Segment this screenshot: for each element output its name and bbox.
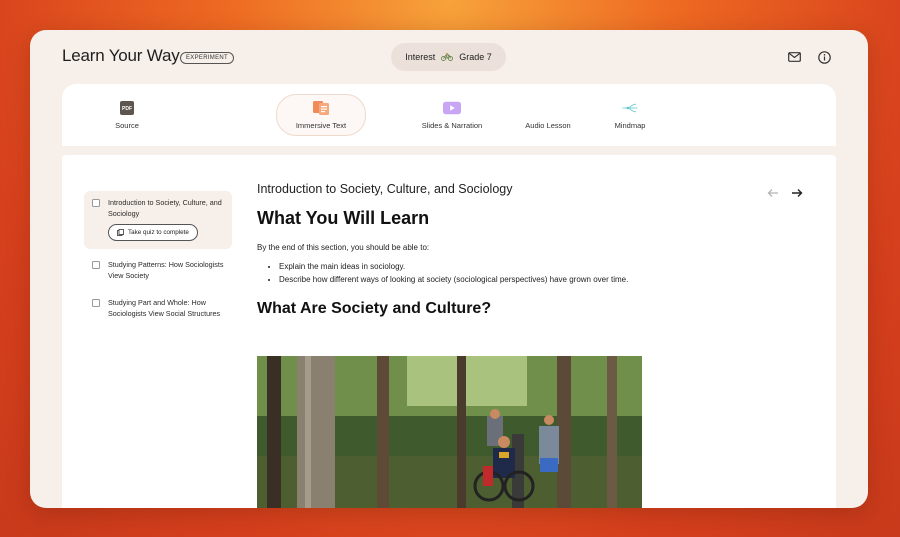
experiment-badge: EXPERIMENT	[180, 52, 235, 64]
mode-label: Source	[115, 120, 139, 130]
toc-item-label: Studying Part and Whole: How Sociologist…	[108, 298, 221, 318]
toc-checkbox[interactable]	[92, 261, 100, 269]
next-arrow-icon[interactable]	[791, 188, 803, 198]
mode-label: Audio Lesson	[525, 120, 571, 130]
lesson-content: Introduction to Society, Culture, and So…	[62, 155, 836, 508]
mode-selector: PDF Source Immersive Text Slides & Narra…	[62, 84, 836, 146]
mode-immersive-text[interactable]: Immersive Text	[276, 94, 366, 136]
toc-item-studying-part-whole[interactable]: Studying Part and Whole: How Sociologist…	[84, 291, 232, 325]
interest-label: Interest	[405, 52, 436, 62]
section-title: Introduction to Society, Culture, and So…	[257, 182, 513, 196]
mail-button[interactable]	[784, 47, 804, 67]
interest-grade-selector[interactable]: Interest Grade 7	[391, 43, 506, 71]
app-header: Learn Your Way EXPERIMENT Interest Grade…	[30, 30, 868, 84]
table-of-contents: Introduction to Society, Culture, and So…	[84, 191, 232, 329]
heading-society-culture: What Are Society and Culture?	[257, 300, 492, 317]
list-item: Describe how different ways of looking a…	[279, 273, 657, 286]
heading-what-you-will-learn: What You Will Learn	[257, 208, 430, 228]
quiz-icon	[117, 229, 124, 236]
intro-paragraph: By the end of this section, you should b…	[257, 243, 430, 252]
forest-photo-illustration	[257, 356, 642, 508]
mode-slides-narration[interactable]: Slides & Narration	[412, 94, 492, 136]
grade-label: Grade 7	[459, 52, 492, 62]
list-item: Explain the main ideas in sociology.	[279, 260, 657, 273]
mode-audio-lesson[interactable]: Audio Lesson	[512, 94, 584, 136]
mindmap-icon	[621, 101, 639, 115]
slides-icon	[443, 101, 461, 115]
previous-arrow-icon[interactable]	[767, 188, 779, 198]
mode-label: Slides & Narration	[421, 120, 483, 130]
mail-icon	[787, 52, 801, 62]
audio-icon	[539, 101, 557, 115]
app-brand: Learn Your Way	[62, 46, 180, 65]
learning-objectives-list: Explain the main ideas in sociology. Des…	[257, 260, 657, 286]
bicycle-icon	[441, 52, 454, 61]
toc-checkbox[interactable]	[92, 299, 100, 307]
forest-hikers-photo	[257, 356, 642, 508]
mode-source[interactable]: PDF Source	[92, 94, 162, 136]
toc-checkbox[interactable]	[92, 199, 100, 207]
immersive-text-icon	[312, 100, 330, 115]
info-button[interactable]	[814, 47, 834, 67]
section-navigation	[767, 188, 803, 198]
take-quiz-label: Take quiz to complete	[128, 229, 189, 236]
mode-mindmap[interactable]: Mindmap	[602, 94, 658, 136]
toc-item-introduction[interactable]: Introduction to Society, Culture, and So…	[84, 191, 232, 249]
pdf-icon: PDF	[118, 100, 136, 115]
mode-label: Mindmap	[614, 120, 646, 130]
mode-label: Immersive Text	[295, 120, 347, 130]
article: Introduction to Society, Culture, and So…	[257, 182, 657, 508]
info-icon	[817, 50, 831, 64]
take-quiz-button[interactable]: Take quiz to complete	[108, 224, 198, 241]
app-window: Learn Your Way EXPERIMENT Interest Grade…	[30, 30, 868, 508]
toc-item-studying-patterns[interactable]: Studying Patterns: How Sociologists View…	[84, 253, 232, 287]
toc-item-label: Studying Patterns: How Sociologists View…	[108, 260, 224, 280]
svg-text:PDF: PDF	[122, 106, 132, 112]
toc-item-label: Introduction to Society, Culture, and So…	[108, 198, 222, 218]
